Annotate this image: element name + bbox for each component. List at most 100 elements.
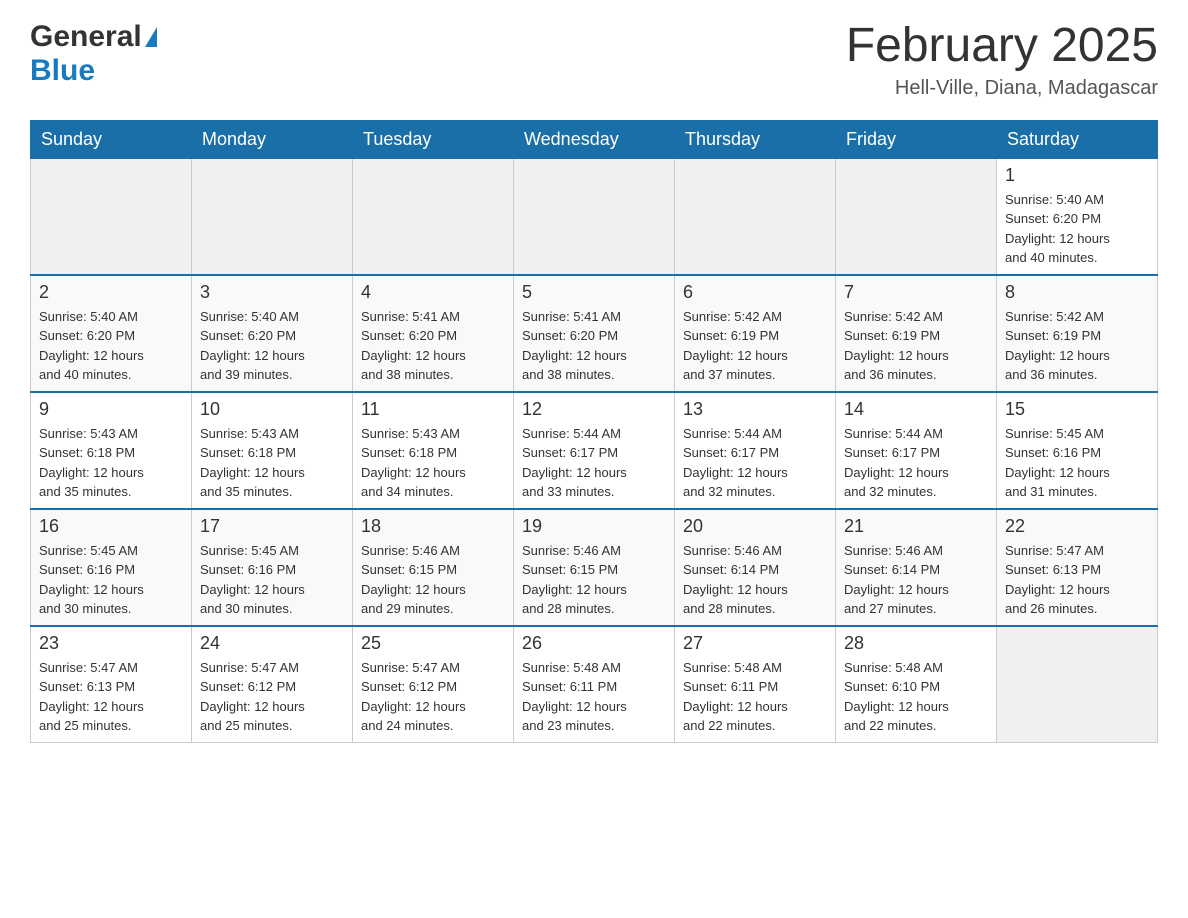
day-info: Sunrise: 5:47 AM Sunset: 6:13 PM Dayligh… xyxy=(1005,541,1149,619)
day-number: 14 xyxy=(844,399,988,420)
day-number: 20 xyxy=(683,516,827,537)
calendar-day-cell xyxy=(31,158,192,275)
calendar-day-cell: 11 Sunrise: 5:43 AM Sunset: 6:18 PM Dayli… xyxy=(353,392,514,509)
calendar-day-header: Sunday xyxy=(31,120,192,158)
calendar-day-cell: 7 Sunrise: 5:42 AM Sunset: 6:19 PM Daylig… xyxy=(836,275,997,392)
day-info: Sunrise: 5:44 AM Sunset: 6:17 PM Dayligh… xyxy=(844,424,988,502)
day-number: 15 xyxy=(1005,399,1149,420)
calendar-day-cell: 27 Sunrise: 5:48 AM Sunset: 6:11 PM Dayli… xyxy=(675,626,836,743)
calendar-day-cell xyxy=(997,626,1158,743)
calendar-week-row: 9Sunrise: 5:43 AM Sunset: 6:18 PM Daylig… xyxy=(31,392,1158,509)
day-info: Sunrise: 5:47 AM Sunset: 6:12 PM Dayligh… xyxy=(361,658,505,736)
calendar-table: SundayMondayTuesdayWednesdayThursdayFrid… xyxy=(30,120,1158,743)
day-info: Sunrise: 5:40 AM Sunset: 6:20 PM Dayligh… xyxy=(39,307,183,385)
calendar-header-row: SundayMondayTuesdayWednesdayThursdayFrid… xyxy=(31,120,1158,158)
calendar-day-cell: 26 Sunrise: 5:48 AM Sunset: 6:11 PM Dayli… xyxy=(514,626,675,743)
day-info: Sunrise: 5:40 AM Sunset: 6:20 PM Dayligh… xyxy=(1005,190,1149,268)
day-info: Sunrise: 5:41 AM Sunset: 6:20 PM Dayligh… xyxy=(522,307,666,385)
calendar-day-cell: 6Sunrise: 5:42 AM Sunset: 6:19 PM Daylig… xyxy=(675,275,836,392)
day-info: Sunrise: 5:48 AM Sunset: 6:11 PM Dayligh… xyxy=(683,658,827,736)
logo: General Blue xyxy=(30,20,157,88)
calendar-day-cell: 1 Sunrise: 5:40 AM Sunset: 6:20 PM Daylig… xyxy=(997,158,1158,275)
day-number: 1 xyxy=(1005,165,1149,186)
calendar-day-header: Tuesday xyxy=(353,120,514,158)
calendar-day-cell: 23Sunrise: 5:47 AM Sunset: 6:13 PM Dayli… xyxy=(31,626,192,743)
day-number: 5 xyxy=(522,282,666,303)
calendar-day-cell: 16 Sunrise: 5:45 AM Sunset: 6:16 PM Dayli… xyxy=(31,509,192,626)
day-info: Sunrise: 5:43 AM Sunset: 6:18 PM Dayligh… xyxy=(200,424,344,502)
day-number: 18 xyxy=(361,516,505,537)
day-number: 17 xyxy=(200,516,344,537)
calendar-day-cell xyxy=(514,158,675,275)
day-info: Sunrise: 5:44 AM Sunset: 6:17 PM Dayligh… xyxy=(522,424,666,502)
calendar-day-cell: 22 Sunrise: 5:47 AM Sunset: 6:13 PM Dayli… xyxy=(997,509,1158,626)
calendar-day-header: Friday xyxy=(836,120,997,158)
day-info: Sunrise: 5:43 AM Sunset: 6:18 PM Dayligh… xyxy=(39,424,183,502)
calendar-day-cell: 9Sunrise: 5:43 AM Sunset: 6:18 PM Daylig… xyxy=(31,392,192,509)
location-text: Hell-Ville, Diana, Madagascar xyxy=(846,77,1158,100)
day-number: 21 xyxy=(844,516,988,537)
day-number: 28 xyxy=(844,633,988,654)
logo-triangle-icon xyxy=(145,27,157,47)
day-info: Sunrise: 5:47 AM Sunset: 6:13 PM Dayligh… xyxy=(39,658,183,736)
calendar-day-header: Wednesday xyxy=(514,120,675,158)
day-info: Sunrise: 5:46 AM Sunset: 6:14 PM Dayligh… xyxy=(683,541,827,619)
day-info: Sunrise: 5:47 AM Sunset: 6:12 PM Dayligh… xyxy=(200,658,344,736)
calendar-day-cell: 19 Sunrise: 5:46 AM Sunset: 6:15 PM Dayli… xyxy=(514,509,675,626)
day-info: Sunrise: 5:46 AM Sunset: 6:15 PM Dayligh… xyxy=(522,541,666,619)
day-number: 11 xyxy=(361,399,505,420)
day-info: Sunrise: 5:43 AM Sunset: 6:18 PM Dayligh… xyxy=(361,424,505,502)
day-info: Sunrise: 5:41 AM Sunset: 6:20 PM Dayligh… xyxy=(361,307,505,385)
calendar-day-cell: 13 Sunrise: 5:44 AM Sunset: 6:17 PM Dayli… xyxy=(675,392,836,509)
day-number: 27 xyxy=(683,633,827,654)
calendar-day-cell: 28Sunrise: 5:48 AM Sunset: 6:10 PM Dayli… xyxy=(836,626,997,743)
day-number: 24 xyxy=(200,633,344,654)
day-info: Sunrise: 5:45 AM Sunset: 6:16 PM Dayligh… xyxy=(39,541,183,619)
day-number: 12 xyxy=(522,399,666,420)
calendar-day-cell xyxy=(192,158,353,275)
day-number: 10 xyxy=(200,399,344,420)
day-number: 7 xyxy=(844,282,988,303)
day-info: Sunrise: 5:42 AM Sunset: 6:19 PM Dayligh… xyxy=(844,307,988,385)
day-info: Sunrise: 5:42 AM Sunset: 6:19 PM Dayligh… xyxy=(683,307,827,385)
calendar-day-cell xyxy=(353,158,514,275)
day-info: Sunrise: 5:45 AM Sunset: 6:16 PM Dayligh… xyxy=(1005,424,1149,502)
calendar-week-row: 16 Sunrise: 5:45 AM Sunset: 6:16 PM Dayli… xyxy=(31,509,1158,626)
calendar-day-header: Thursday xyxy=(675,120,836,158)
calendar-day-cell: 8 Sunrise: 5:42 AM Sunset: 6:19 PM Daylig… xyxy=(997,275,1158,392)
calendar-day-cell: 2Sunrise: 5:40 AM Sunset: 6:20 PM Daylig… xyxy=(31,275,192,392)
day-info: Sunrise: 5:44 AM Sunset: 6:17 PM Dayligh… xyxy=(683,424,827,502)
day-info: Sunrise: 5:46 AM Sunset: 6:14 PM Dayligh… xyxy=(844,541,988,619)
page-header: General Blue February 2025 Hell-Ville, D… xyxy=(30,20,1158,100)
day-info: Sunrise: 5:42 AM Sunset: 6:19 PM Dayligh… xyxy=(1005,307,1149,385)
calendar-day-cell xyxy=(675,158,836,275)
day-number: 8 xyxy=(1005,282,1149,303)
day-number: 13 xyxy=(683,399,827,420)
calendar-day-cell xyxy=(836,158,997,275)
day-info: Sunrise: 5:46 AM Sunset: 6:15 PM Dayligh… xyxy=(361,541,505,619)
day-number: 26 xyxy=(522,633,666,654)
logo-general-text: General xyxy=(30,20,142,54)
calendar-day-cell: 21 Sunrise: 5:46 AM Sunset: 6:14 PM Dayli… xyxy=(836,509,997,626)
calendar-day-cell: 5 Sunrise: 5:41 AM Sunset: 6:20 PM Daylig… xyxy=(514,275,675,392)
title-section: February 2025 Hell-Ville, Diana, Madagas… xyxy=(846,20,1158,100)
calendar-day-header: Monday xyxy=(192,120,353,158)
calendar-day-cell: 10 Sunrise: 5:43 AM Sunset: 6:18 PM Dayli… xyxy=(192,392,353,509)
calendar-day-cell: 14 Sunrise: 5:44 AM Sunset: 6:17 PM Dayli… xyxy=(836,392,997,509)
day-number: 25 xyxy=(361,633,505,654)
calendar-week-row: 23Sunrise: 5:47 AM Sunset: 6:13 PM Dayli… xyxy=(31,626,1158,743)
calendar-day-cell: 15 Sunrise: 5:45 AM Sunset: 6:16 PM Dayli… xyxy=(997,392,1158,509)
calendar-day-cell: 12 Sunrise: 5:44 AM Sunset: 6:17 PM Dayli… xyxy=(514,392,675,509)
calendar-day-cell: 18 Sunrise: 5:46 AM Sunset: 6:15 PM Dayli… xyxy=(353,509,514,626)
day-info: Sunrise: 5:48 AM Sunset: 6:11 PM Dayligh… xyxy=(522,658,666,736)
day-number: 22 xyxy=(1005,516,1149,537)
day-info: Sunrise: 5:45 AM Sunset: 6:16 PM Dayligh… xyxy=(200,541,344,619)
calendar-day-cell: 4Sunrise: 5:41 AM Sunset: 6:20 PM Daylig… xyxy=(353,275,514,392)
day-info: Sunrise: 5:40 AM Sunset: 6:20 PM Dayligh… xyxy=(200,307,344,385)
day-number: 3 xyxy=(200,282,344,303)
day-number: 16 xyxy=(39,516,183,537)
calendar-day-cell: 24 Sunrise: 5:47 AM Sunset: 6:12 PM Dayli… xyxy=(192,626,353,743)
calendar-week-row: 1 Sunrise: 5:40 AM Sunset: 6:20 PM Daylig… xyxy=(31,158,1158,275)
day-number: 19 xyxy=(522,516,666,537)
logo-blue-text: Blue xyxy=(30,54,95,87)
